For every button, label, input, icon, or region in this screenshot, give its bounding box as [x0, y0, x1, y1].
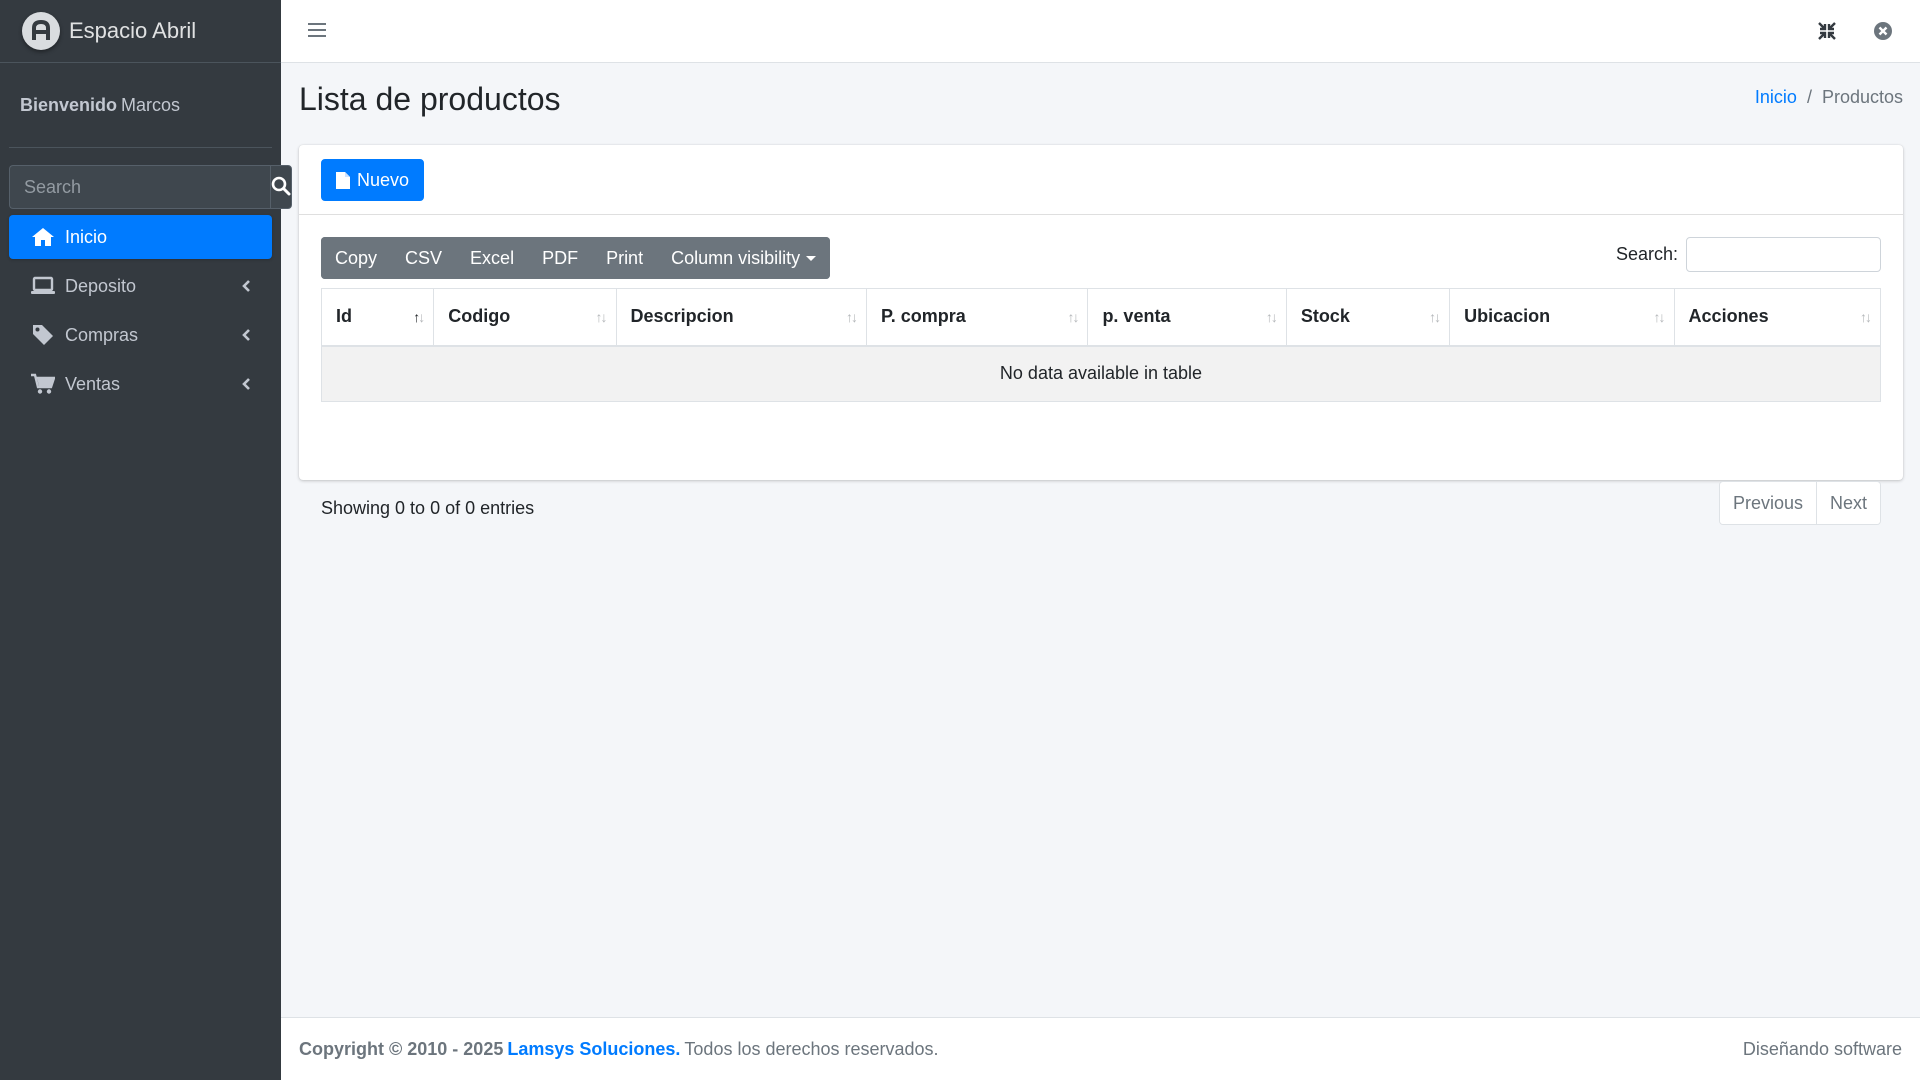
laptop-icon: [31, 275, 55, 297]
column-header-codigo[interactable]: Codigo ↑↓: [433, 288, 617, 347]
top-navbar: [281, 0, 1920, 63]
sidebar: Espacio Abril Bienvenido Marcos Inicio D…: [0, 0, 292, 1080]
column-header-label: Stock: [1300, 306, 1350, 327]
csv-button[interactable]: CSV: [391, 237, 457, 279]
column-header-label: Ubicacion: [1464, 306, 1551, 327]
breadcrumb-separator: /: [1806, 87, 1812, 107]
products-card: Nuevo Copy CSV Excel PDF Print Column vi…: [299, 145, 1903, 525]
column-header-ubicacion[interactable]: Ubicacion ↑↓: [1449, 288, 1675, 347]
sidebar-search: [9, 165, 292, 209]
column-header-p-compra[interactable]: P. compra ↑↓: [866, 288, 1089, 347]
content-header: Lista de productos Inicio / Productos: [299, 63, 1903, 143]
sidebar-item-label: Inicio: [65, 226, 108, 247]
footer-right-text: Diseñando software: [1742, 1038, 1902, 1059]
pagination: Previous Next: [1718, 481, 1881, 525]
rights-text: Todos los derechos reservados.: [684, 1038, 939, 1059]
print-button[interactable]: Print: [592, 237, 658, 279]
new-product-button[interactable]: Nuevo: [321, 159, 425, 201]
home-icon: [31, 226, 55, 248]
page-title: Lista de productos: [299, 81, 561, 117]
company-link[interactable]: Lamsys Soluciones.: [507, 1039, 680, 1060]
column-visibility-label: Column visibility: [671, 247, 801, 268]
card-body: Copy CSV Excel PDF Print Column visibili…: [299, 215, 1903, 525]
sidebar-item-compras[interactable]: Compras: [9, 313, 272, 357]
sidebar-item-inicio[interactable]: Inicio: [9, 215, 272, 259]
table-row: No data available in table: [321, 345, 1881, 402]
sidebar-item-label: Deposito: [65, 275, 137, 296]
next-page-button[interactable]: Next: [1815, 482, 1880, 524]
search-icon: [271, 176, 291, 199]
sidebar-search-input[interactable]: [9, 165, 270, 209]
brand-logo-icon: [22, 12, 60, 50]
card-header: Nuevo: [299, 145, 1903, 215]
sidebar-nav: Inicio Deposito Compras Ventas: [9, 215, 272, 406]
sort-icon: ↑↓: [846, 309, 858, 325]
column-header-label: Acciones: [1688, 306, 1769, 327]
table-info: Showing 0 to 0 of 0 entries: [321, 498, 535, 518]
column-visibility-button[interactable]: Column visibility: [657, 237, 831, 279]
column-header-label: p. venta: [1102, 306, 1171, 327]
column-header-id[interactable]: Id ↑↓: [320, 288, 435, 347]
caret-down-icon: [806, 255, 817, 261]
cart-icon: [31, 373, 55, 395]
chevron-left-icon: [240, 279, 252, 293]
copy-button[interactable]: Copy: [321, 237, 392, 279]
column-header-label: Codigo: [448, 306, 511, 327]
hamburger-menu-icon[interactable]: [308, 22, 326, 43]
chevron-left-icon: [240, 377, 252, 391]
table-search-label: Search:: [1615, 244, 1678, 264]
breadcrumb-home-link[interactable]: Inicio: [1755, 87, 1797, 108]
sidebar-item-label: Compras: [65, 324, 139, 345]
user-name: Marcos: [121, 94, 181, 115]
previous-page-button[interactable]: Previous: [1719, 482, 1816, 524]
breadcrumb-current: Productos: [1821, 87, 1903, 107]
brand-name: Espacio Abril: [69, 18, 197, 43]
brand-link[interactable]: Espacio Abril: [0, 0, 281, 63]
pdf-button[interactable]: PDF: [528, 237, 593, 279]
sidebar-item-label: Ventas: [65, 373, 121, 394]
sort-icon: ↑↓: [1067, 309, 1079, 325]
column-header-label: Id: [336, 306, 352, 327]
chevron-left-icon: [240, 328, 252, 342]
new-product-label: Nuevo: [357, 169, 410, 190]
footer: Copyright © 2010 - 2025 Lamsys Solucione…: [281, 1017, 1920, 1080]
column-header-acciones[interactable]: Acciones ↑↓: [1673, 288, 1882, 347]
column-header-label: P. compra: [881, 306, 966, 327]
table-header-row: Id ↑↓ Codigo ↑↓ Descripcion ↑↓ P. compra ↑↓ …: [320, 288, 1882, 347]
products-table: Id ↑↓ Codigo ↑↓ Descripcion ↑↓ P. compra ↑↓ …: [320, 288, 1882, 402]
sort-icon: ↑↓: [595, 309, 608, 325]
sort-icon: ↑↓: [1429, 309, 1441, 325]
close-icon[interactable]: [1873, 21, 1893, 46]
empty-table-message: No data available in table: [321, 345, 1881, 402]
column-header-stock[interactable]: Stock ↑↓: [1285, 288, 1451, 347]
table-search-input[interactable]: [1686, 237, 1881, 272]
file-icon: [336, 171, 350, 189]
tag-icon: [31, 324, 55, 346]
sort-icon: ↑↓: [1653, 309, 1666, 325]
export-button-group: Copy CSV Excel PDF Print Column visibili…: [321, 237, 831, 279]
breadcrumb: Inicio / Productos: [1755, 87, 1903, 108]
column-header-label: Descripcion: [630, 306, 734, 327]
sort-ascending-icon: ↑↓: [413, 309, 425, 325]
sort-icon: ↑↓: [1860, 309, 1872, 325]
welcome-text: Bienvenido: [20, 94, 118, 115]
column-header-descripcion[interactable]: Descripcion ↑↓: [615, 288, 868, 347]
excel-button[interactable]: Excel: [456, 237, 529, 279]
copyright-text: Copyright © 2010 - 2025: [299, 1038, 504, 1059]
column-header-p-venta[interactable]: p. venta ↑↓: [1087, 288, 1287, 347]
sidebar-item-deposito[interactable]: Deposito: [9, 264, 272, 308]
sort-icon: ↑↓: [1265, 309, 1278, 325]
fullscreen-toggle-icon[interactable]: [1817, 21, 1837, 46]
sidebar-item-ventas[interactable]: Ventas: [9, 362, 272, 406]
table-search: Search:: [1616, 237, 1881, 272]
user-panel[interactable]: Bienvenido Marcos: [9, 63, 272, 148]
sidebar-search-button[interactable]: [270, 165, 292, 209]
